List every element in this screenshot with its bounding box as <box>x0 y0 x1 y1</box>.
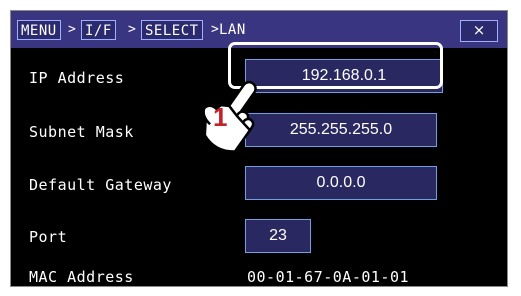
breadcrumb-separator: > <box>68 22 76 37</box>
default-gateway-value: 0.0.0.0 <box>316 174 366 191</box>
subnet-mask-value: 255.255.255.0 <box>289 121 393 138</box>
subnet-mask-label: Subnet Mask <box>29 123 134 141</box>
breadcrumb-separator: > <box>128 22 136 37</box>
title-bar: MENU > I/F > SELECT > LAN × <box>11 11 507 48</box>
default-gateway-label: Default Gateway <box>29 176 172 194</box>
port-field[interactable]: 23 <box>245 219 311 253</box>
breadcrumb-interface[interactable]: I/F <box>81 20 116 40</box>
ip-address-value: 192.168.0.1 <box>301 67 387 84</box>
mac-address-label: MAC Address <box>29 268 134 286</box>
lan-settings-screen: MENU > I/F > SELECT > LAN × IP Address 1… <box>10 10 508 287</box>
breadcrumb-select[interactable]: SELECT <box>141 20 203 40</box>
mac-address-value: 00-01-67-0A-01-01 <box>247 268 410 286</box>
breadcrumb-menu[interactable]: MENU <box>17 20 61 40</box>
close-button[interactable]: × <box>460 20 498 42</box>
port-value: 23 <box>269 227 287 244</box>
default-gateway-field[interactable]: 0.0.0.0 <box>245 166 437 200</box>
breadcrumb-current: LAN <box>219 22 246 38</box>
close-icon: × <box>472 21 486 39</box>
subnet-mask-field[interactable]: 255.255.255.0 <box>245 113 437 147</box>
ip-address-label: IP Address <box>29 69 125 87</box>
ip-address-field[interactable]: 192.168.0.1 <box>245 59 443 93</box>
port-label: Port <box>29 228 68 246</box>
